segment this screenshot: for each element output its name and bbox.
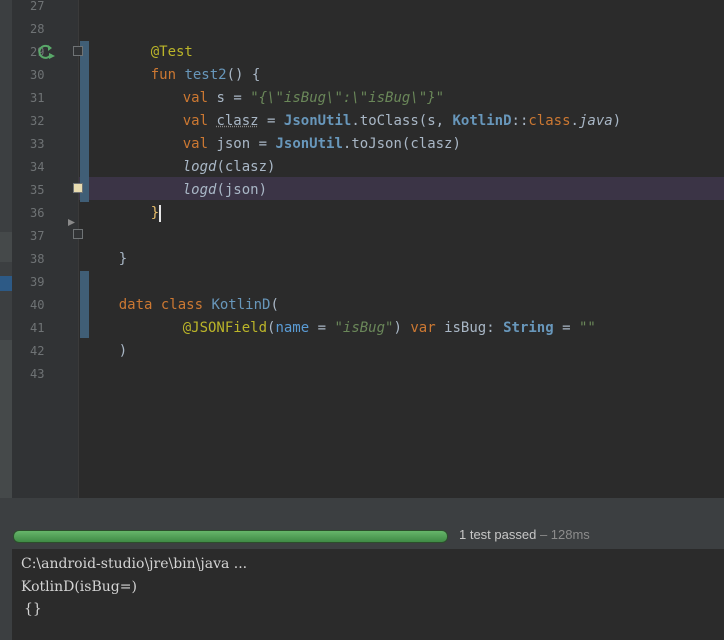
- tool-strip-segment[interactable]: [0, 232, 12, 262]
- code-line-34[interactable]: logd(json): [149, 156, 267, 198]
- line-number: 30: [30, 68, 45, 82]
- variable: isBug: [444, 320, 487, 336]
- type-name: String: [503, 320, 554, 336]
- code-text: .toJson(clasz): [342, 136, 461, 152]
- line-number: 27: [30, 0, 45, 13]
- code-line-32[interactable]: val json = JsonUtil.toJson(clasz): [149, 110, 461, 152]
- code-line-37[interactable]: }: [85, 225, 127, 267]
- code-line-30[interactable]: val s = "{\"isBug\":\"isBug\"}": [149, 64, 444, 106]
- line-number: 41: [30, 321, 45, 335]
- code-line-41[interactable]: ): [85, 317, 127, 359]
- test-duration: – 128ms: [536, 527, 590, 542]
- code-text: ): [118, 343, 128, 359]
- test-progress-bar: [13, 530, 448, 543]
- string-literal: "isBug": [334, 320, 394, 336]
- test-status-label: 1 test passed: [459, 527, 537, 542]
- line-number: 28: [30, 22, 45, 36]
- function-call: logd: [182, 182, 217, 198]
- code-text: }: [150, 205, 160, 221]
- run-test-icon[interactable]: [38, 44, 56, 60]
- code-text: .: [570, 113, 579, 129]
- console-output[interactable]: C:\android-studio\jre\bin\java ... Kotli…: [12, 549, 724, 640]
- test-progress-row: 1 test passed – 128ms: [0, 522, 724, 549]
- line-number: 33: [30, 137, 45, 151]
- text-caret: [159, 204, 162, 222]
- console-line: C:\android-studio\jre\bin\java ...: [21, 556, 248, 572]
- left-tool-strip: [0, 0, 12, 498]
- test-status: 1 test passed – 128ms: [459, 527, 590, 542]
- line-number: 42: [30, 344, 45, 358]
- code-text: ): [393, 320, 402, 336]
- code-text: =: [553, 320, 579, 336]
- tool-strip-scroll[interactable]: [0, 340, 12, 498]
- code-text: ::: [511, 113, 529, 129]
- parameter-name: name: [275, 320, 310, 336]
- class-name: KotlinD: [452, 113, 512, 129]
- breakpoint-arrow-icon[interactable]: [67, 218, 76, 227]
- code-text: ): [612, 113, 622, 129]
- fold-icon[interactable]: [73, 229, 83, 239]
- code-text: :: [486, 320, 504, 336]
- property: java: [578, 113, 613, 129]
- line-number: 43: [30, 367, 45, 381]
- class-name: JsonUtil: [275, 136, 343, 152]
- string-literal: "": [578, 320, 596, 336]
- console-line: {}: [24, 601, 42, 617]
- line-number: 32: [30, 114, 45, 128]
- line-number: 35: [30, 183, 45, 197]
- code-text: }: [118, 251, 128, 267]
- line-number: 37: [30, 229, 45, 243]
- fold-icon[interactable]: [73, 46, 83, 56]
- line-number-gutter: 27 28 29 30 31 32 33 34 35 36 37 38 39 4…: [12, 0, 89, 498]
- console-left-strip: [0, 549, 12, 640]
- line-number: 40: [30, 298, 45, 312]
- run-tool-window: 1 test passed – 128ms C:\android-studio\…: [0, 498, 724, 640]
- line-number: 31: [30, 91, 45, 105]
- keyword: class: [528, 113, 571, 129]
- code-line-28[interactable]: @Test: [117, 18, 193, 60]
- keyword: var: [401, 320, 445, 336]
- code-line-40[interactable]: @JSONField(name = "isBug") var isBug: St…: [149, 294, 596, 336]
- code-line-35[interactable]: }: [117, 179, 162, 222]
- console-line: KotlinD(isBug=): [21, 579, 137, 595]
- code-text: (json): [216, 182, 268, 198]
- code-editor[interactable]: 27 28 29 30 31 32 33 34 35 36 37 38 39 4…: [0, 0, 724, 498]
- run-tab-strip[interactable]: [0, 498, 724, 523]
- code-line-29[interactable]: fun test2() {: [117, 41, 261, 83]
- code-line-31[interactable]: val clasz = JsonUtil.toClass(s, KotlinD:…: [149, 87, 621, 129]
- code-line-39[interactable]: data class KotlinD(: [85, 271, 279, 313]
- tool-strip-selection: [0, 276, 12, 291]
- code-line-33[interactable]: logd(clasz): [149, 133, 276, 175]
- change-marker[interactable]: [80, 41, 89, 202]
- line-number: 34: [30, 160, 45, 174]
- fold-icon[interactable]: [73, 183, 83, 193]
- code-text: =: [309, 320, 335, 336]
- annotation: @JSONField: [182, 320, 268, 336]
- line-number: 38: [30, 252, 45, 266]
- line-number: 39: [30, 275, 45, 289]
- line-number: 36: [30, 206, 45, 220]
- test-progress-fill: [14, 531, 447, 542]
